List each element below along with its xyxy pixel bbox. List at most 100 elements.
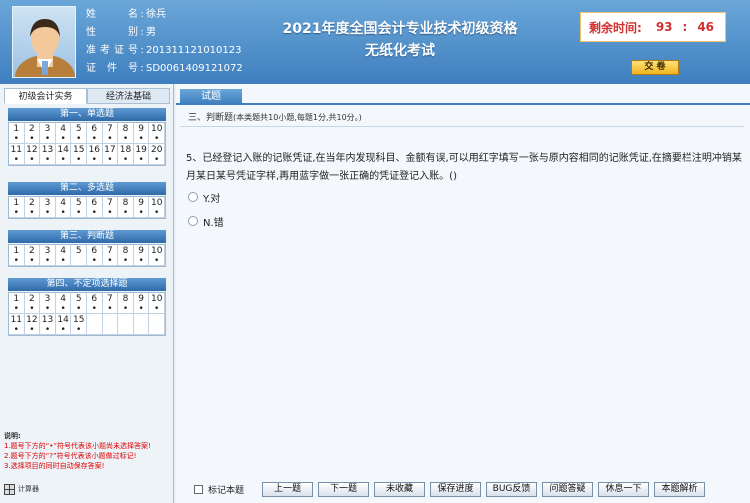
mark-question-checkbox[interactable]: 标记本题 [194, 483, 244, 496]
question-number: 4 [60, 246, 66, 256]
question-number: 17 [104, 145, 116, 155]
favorite-button[interactable]: 未收藏 [374, 481, 426, 497]
question-number-cell[interactable]: 2 • [24, 245, 41, 266]
question-text: 5、已经登记入账的记账凭证,在当年内发现科目、金额有误,可以用红字填写一张与原内… [186, 153, 742, 182]
question-number-cell[interactable]: 7 • [102, 293, 119, 314]
subject-tabs: 初级会计实务 经济法基础 [4, 88, 170, 104]
question-number-grid: 1 • 2 • 3 • 4 • 5 • 6 • 7 • 8 • 9 • 10 • 11 • 12 • 13 • 14 • 15 • [8, 292, 166, 336]
tab-subject-1[interactable]: 初级会计实务 [4, 88, 87, 104]
question-number: 20 [150, 145, 163, 155]
question-number-cell[interactable]: 7 • [102, 197, 119, 218]
question-number: 15 [72, 145, 85, 155]
question-number: 2 [29, 124, 35, 134]
question-number-cell[interactable]: 2 • [24, 197, 41, 218]
question-number-cell[interactable]: 1 • [9, 293, 25, 314]
question-number-cell[interactable]: 10 • [149, 245, 165, 266]
submit-exam-button[interactable]: 交 卷 [631, 60, 679, 75]
prev-question-button[interactable]: 上一题 [262, 481, 314, 497]
empty-cell [133, 314, 150, 335]
question-number-cell[interactable]: 8 • [118, 293, 134, 314]
next-question-button[interactable]: 下一题 [318, 481, 370, 497]
question-number-cell[interactable]: 12 • [24, 314, 41, 335]
radio-icon[interactable] [188, 192, 198, 202]
question-number-cell[interactable]: 11 • [9, 144, 25, 165]
calculator-button[interactable]: 计算器 [4, 482, 44, 496]
question-number-cell[interactable]: 11 • [9, 314, 25, 335]
unanswered-marker: • [60, 304, 66, 314]
candidate-field-sep: : [140, 45, 144, 56]
question-number-cell[interactable]: 12 • [24, 144, 41, 165]
unanswered-marker: • [60, 256, 66, 266]
question-number-cell[interactable]: 5 [71, 245, 87, 266]
question-number-cell[interactable]: 9 • [133, 293, 150, 314]
question-number-cell[interactable]: 18 • [118, 144, 134, 165]
question-number-cell[interactable]: 4 • [55, 293, 72, 314]
question-number-cell[interactable]: 10 • [149, 123, 165, 144]
question-number-cell[interactable]: 4 • [55, 123, 72, 144]
question-number-cell[interactable]: 9 • [133, 245, 150, 266]
question-number-cell[interactable]: 20 • [149, 144, 165, 165]
question-number-cell[interactable]: 7 • [102, 245, 119, 266]
question-number-cell[interactable]: 3 • [40, 245, 56, 266]
question-number-cell[interactable]: 10 • [149, 293, 165, 314]
option-true[interactable]: Y.对 [188, 190, 220, 205]
unanswered-marker: • [60, 155, 66, 165]
question-number-cell[interactable]: 6 • [87, 245, 103, 266]
question-number-cell[interactable]: 7 • [102, 123, 119, 144]
unanswered-marker: • [60, 134, 66, 144]
radio-icon[interactable] [188, 216, 198, 226]
question-number-cell[interactable]: 5 • [71, 123, 87, 144]
question-number: 8 [122, 246, 129, 256]
question-number-cell[interactable]: 9 • [133, 123, 150, 144]
question-number-cell[interactable]: 8 • [118, 197, 134, 218]
question-help-button[interactable]: 问题答疑 [542, 481, 594, 497]
candidate-field-label: 性别 [86, 27, 138, 38]
question-number-cell[interactable]: 15 • [71, 144, 87, 165]
question-number-cell[interactable]: 4 • [55, 197, 72, 218]
save-progress-button[interactable]: 保存进度 [430, 481, 482, 497]
question-number-cell[interactable]: 19 • [133, 144, 150, 165]
explanation-button[interactable]: 本题解析 [654, 481, 706, 497]
timer-label: 剩余时间: [589, 20, 642, 35]
tab-questions[interactable]: 试题 [180, 89, 242, 104]
bug-feedback-button[interactable]: BUG反馈 [486, 481, 538, 497]
question-number-cell[interactable]: 2 • [24, 293, 41, 314]
question-number-cell[interactable]: 4 • [55, 245, 72, 266]
option-false[interactable]: N.错 [188, 214, 224, 229]
question-number-cell[interactable]: 1 • [9, 197, 25, 218]
question-number-cell[interactable]: 14 • [55, 144, 72, 165]
question-number-cell[interactable]: 3 • [40, 293, 56, 314]
question-number: 4 [60, 124, 66, 134]
question-number-cell[interactable]: 8 • [118, 123, 134, 144]
question-number-cell[interactable]: 10 • [149, 197, 165, 218]
question-number-cell[interactable]: 8 • [118, 245, 134, 266]
question-number: 5 [75, 294, 82, 304]
question-number: 9 [138, 124, 144, 134]
unanswered-marker: • [29, 208, 35, 218]
question-number-cell[interactable]: 5 • [71, 197, 87, 218]
question-number-cell[interactable]: 14 • [55, 314, 72, 335]
question-number-cell[interactable]: 2 • [24, 123, 41, 144]
question-number-cell[interactable]: 1 • [9, 245, 25, 266]
tab-subject-2[interactable]: 经济法基础 [87, 88, 170, 104]
unanswered-marker: • [13, 256, 19, 266]
question-number-cell[interactable]: 13 • [40, 314, 56, 335]
checkbox-icon[interactable] [194, 484, 203, 494]
question-number-cell[interactable]: 6 • [87, 197, 103, 218]
question-number-cell[interactable]: 6 • [87, 123, 103, 144]
question-number-cell[interactable]: 16 • [87, 144, 103, 165]
question-number-cell[interactable]: 1 • [9, 123, 25, 144]
question-number-cell[interactable]: 3 • [40, 123, 56, 144]
question-number-cell[interactable]: 9 • [133, 197, 150, 218]
tab-bar-divider [176, 103, 750, 105]
question-number-cell[interactable]: 13 • [40, 144, 56, 165]
unanswered-marker: • [107, 155, 113, 165]
question-number-cell[interactable]: 17 • [102, 144, 119, 165]
unanswered-marker: • [91, 208, 97, 218]
question-number-cell[interactable]: 6 • [87, 293, 103, 314]
question-number-cell[interactable]: 15 • [71, 314, 87, 335]
take-break-button[interactable]: 休息一下 [598, 481, 650, 497]
question-number-cell[interactable]: 3 • [40, 197, 56, 218]
question-group-title: 第一、单选题 [8, 108, 166, 121]
question-number-cell[interactable]: 5 • [71, 293, 87, 314]
